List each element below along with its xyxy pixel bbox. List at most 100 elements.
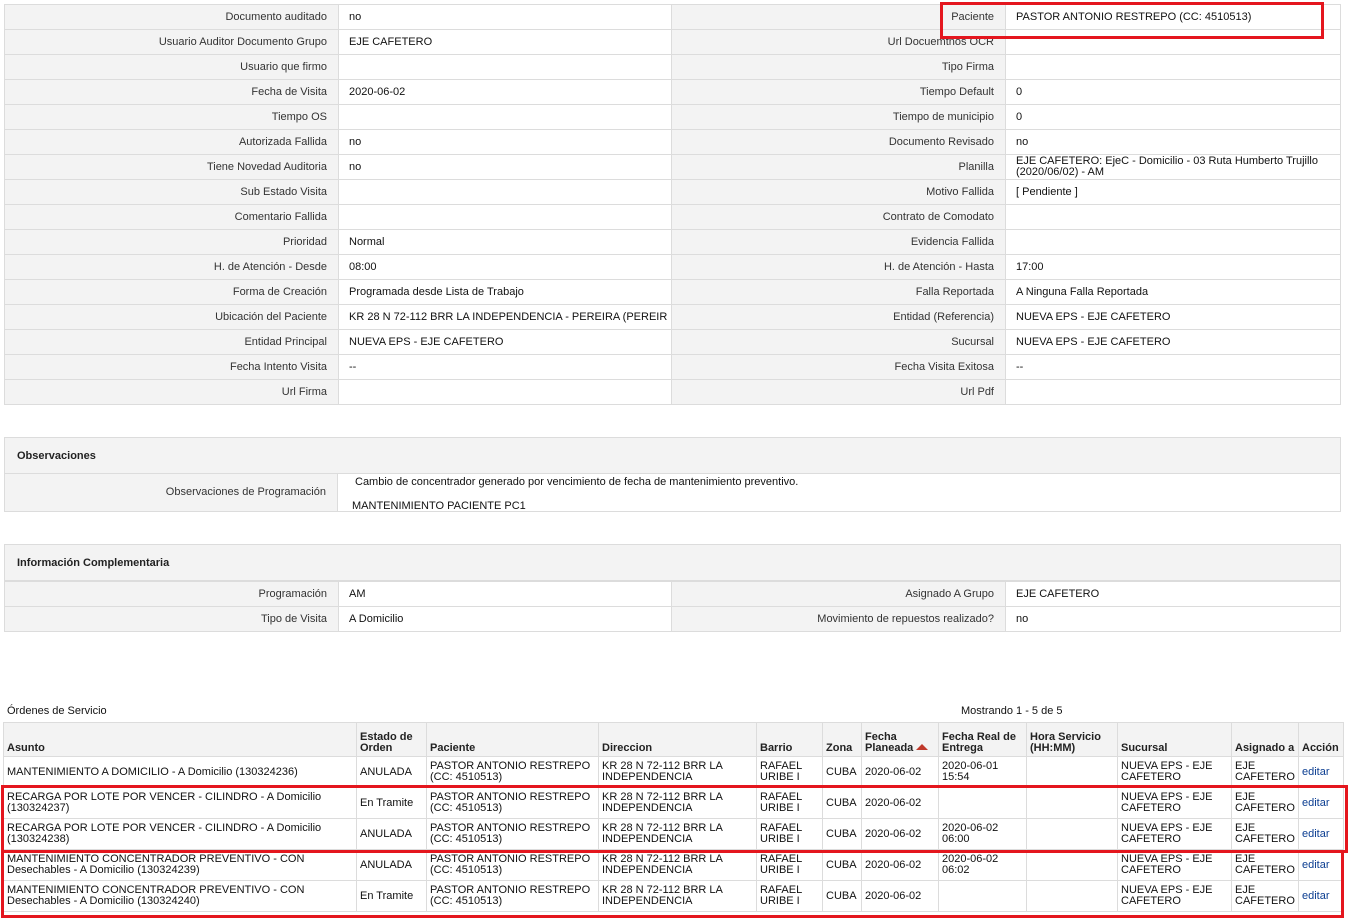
detail-value: [ Pendiente ]: [1005, 179, 1341, 205]
detail-value: Normal: [338, 229, 672, 255]
observaciones-line-1: Cambio de concentrador generado por venc…: [355, 476, 799, 488]
cell-fecha-real: 2020-06-02 06:02: [938, 849, 1027, 881]
detail-value: NUEVA EPS - EJE CAFETERO: [338, 329, 672, 355]
detail-label: H. de Atención - Desde: [4, 254, 339, 280]
detail-label: Fecha Visita Exitosa: [671, 354, 1006, 380]
detail-value: NUEVA EPS - EJE CAFETERO: [1005, 329, 1341, 355]
detail-value: 17:00: [1005, 254, 1341, 280]
detail-value: EJE CAFETERO: [338, 29, 672, 55]
detail-label: Url Pdf: [671, 379, 1006, 405]
table-row: MANTENIMIENTO A DOMICILIO - A Domicilio …: [3, 756, 1344, 788]
detail-label: Evidencia Fallida: [671, 229, 1006, 255]
detail-value: 0: [1005, 104, 1341, 130]
cell-asunto: MANTENIMIENTO CONCENTRADOR PREVENTIVO - …: [3, 849, 357, 881]
cell-barrio: RAFAEL URIBE I: [756, 880, 823, 912]
detail-value: 2020-06-02: [338, 79, 672, 105]
detail-label: Sucursal: [671, 329, 1006, 355]
complementaria-section: Información Complementaria: [4, 544, 1341, 581]
cell-asignado: EJE CAFETERO: [1231, 818, 1299, 850]
cell-paciente: PASTOR ANTONIO RESTREPO (CC: 4510513): [426, 818, 599, 850]
column-header-hora-servicio[interactable]: Hora Servicio (HH:MM): [1026, 722, 1118, 757]
cell-asignado: EJE CAFETERO: [1231, 787, 1299, 819]
detail-row: Usuario que firmo Tipo Firma: [4, 54, 1341, 80]
detail-value: [338, 54, 672, 80]
cell-hora-servicio: [1026, 818, 1118, 850]
orders-title: Órdenes de Servicio: [7, 705, 107, 717]
detail-label: Ubicación del Paciente: [4, 304, 339, 330]
detail-value: A Ninguna Falla Reportada: [1005, 279, 1341, 305]
detail-value: [1005, 379, 1341, 405]
detail-label: Fecha Intento Visita: [4, 354, 339, 380]
cell-fecha-real: 2020-06-02 06:00: [938, 818, 1027, 850]
cell-asunto: MANTENIMIENTO A DOMICILIO - A Domicilio …: [3, 756, 357, 788]
cell-zona: CUBA: [822, 787, 862, 819]
edit-link[interactable]: editar: [1298, 787, 1344, 819]
cell-asunto: MANTENIMIENTO CONCENTRADOR PREVENTIVO - …: [3, 880, 357, 912]
detail-label: Autorizada Fallida: [4, 129, 339, 155]
edit-link[interactable]: editar: [1298, 756, 1344, 788]
detail-value: no: [1005, 606, 1341, 632]
detail-row: Autorizada Fallida no Documento Revisado…: [4, 129, 1341, 155]
cell-direccion: KR 28 N 72-112 BRR LA INDEPENDENCIA: [598, 880, 757, 912]
cell-fecha-planeada: 2020-06-02: [861, 756, 939, 788]
cell-estado: ANULADA: [356, 849, 427, 881]
detail-value: 08:00: [338, 254, 672, 280]
cell-zona: CUBA: [822, 880, 862, 912]
detail-value: A Domicilio: [338, 606, 672, 632]
cell-estado: ANULADA: [356, 818, 427, 850]
column-header-paciente[interactable]: Paciente: [426, 722, 599, 757]
observaciones-title: Observaciones: [5, 438, 1340, 474]
detail-label: Usuario que firmo: [4, 54, 339, 80]
detail-row: Forma de Creación Programada desde Lista…: [4, 279, 1341, 305]
cell-asunto: RECARGA POR LOTE POR VENCER - CILINDRO -…: [3, 818, 357, 850]
column-header-estado[interactable]: Estado de Orden: [356, 722, 427, 757]
column-header-asunto[interactable]: Asunto: [3, 722, 357, 757]
detail-label: Forma de Creación: [4, 279, 339, 305]
observaciones-line-2: MANTENIMIENTO PACIENTE PC1: [352, 500, 526, 512]
detail-label: Tiempo Default: [671, 79, 1006, 105]
complementaria-table: Programación AM Asignado A Grupo EJE CAF…: [4, 581, 1341, 632]
detail-label: Entidad (Referencia): [671, 304, 1006, 330]
observaciones-value: Cambio de concentrador generado por venc…: [338, 474, 799, 512]
cell-asignado: EJE CAFETERO: [1231, 849, 1299, 881]
column-header-direccion[interactable]: Direccion: [598, 722, 757, 757]
orders-pagination-count: Mostrando 1 - 5 de 5: [961, 705, 1063, 717]
planilla-value: EJE CAFETERO: EjeC - Domicilio - 03 Ruta…: [1005, 154, 1341, 180]
column-header-fecha-real[interactable]: Fecha Real de Entrega: [938, 722, 1027, 757]
edit-link[interactable]: editar: [1298, 818, 1344, 850]
cell-hora-servicio: [1026, 849, 1118, 881]
detail-label: Asignado A Grupo: [671, 581, 1006, 607]
detail-value: KR 28 N 72-112 BRR LA INDEPENDENCIA - PE…: [338, 304, 672, 330]
observaciones-section: Observaciones Observaciones de Programac…: [4, 437, 1341, 512]
detail-label: Url Docuemtnos OCR: [671, 29, 1006, 55]
detail-label: Motivo Fallida: [671, 179, 1006, 205]
cell-paciente: PASTOR ANTONIO RESTREPO (CC: 4510513): [426, 849, 599, 881]
edit-link[interactable]: editar: [1298, 880, 1344, 912]
detail-value: [1005, 204, 1341, 230]
detail-label: Prioridad: [4, 229, 339, 255]
detail-value: [338, 179, 672, 205]
column-header-zona[interactable]: Zona: [822, 722, 862, 757]
detail-row: Tipo de Visita A Domicilio Movimiento de…: [4, 606, 1341, 632]
column-header-sucursal[interactable]: Sucursal: [1117, 722, 1232, 757]
cell-sucursal: NUEVA EPS - EJE CAFETERO: [1117, 787, 1232, 819]
detail-label: Tipo Firma: [671, 54, 1006, 80]
column-header-asignado[interactable]: Asignado a: [1231, 722, 1299, 757]
visit-detail-table: Documento auditado no Paciente PASTOR AN…: [4, 4, 1341, 405]
detail-value: 0: [1005, 79, 1341, 105]
detail-value: NUEVA EPS - EJE CAFETERO: [1005, 304, 1341, 330]
cell-fecha-real: [938, 880, 1027, 912]
detail-row: Documento auditado no Paciente PASTOR AN…: [4, 4, 1341, 30]
column-header-barrio[interactable]: Barrio: [756, 722, 823, 757]
edit-link[interactable]: editar: [1298, 849, 1344, 881]
detail-row: Tiempo OS Tiempo de municipio 0: [4, 104, 1341, 130]
detail-value: AM: [338, 581, 672, 607]
fecha-planeada-label: Fecha Planeada: [865, 731, 914, 754]
cell-sucursal: NUEVA EPS - EJE CAFETERO: [1117, 880, 1232, 912]
table-row: RECARGA POR LOTE POR VENCER - CILINDRO -…: [3, 818, 1344, 850]
cell-barrio: RAFAEL URIBE I: [756, 756, 823, 788]
detail-label: H. de Atención - Hasta: [671, 254, 1006, 280]
cell-zona: CUBA: [822, 756, 862, 788]
cell-paciente: PASTOR ANTONIO RESTREPO (CC: 4510513): [426, 787, 599, 819]
column-header-fecha-planeada[interactable]: Fecha Planeada: [861, 722, 939, 757]
